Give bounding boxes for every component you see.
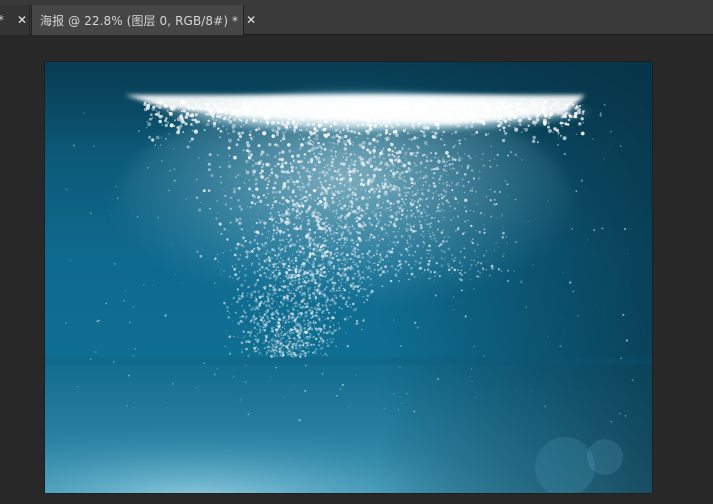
document-tab-bar: * ✕ 海报 @ 22.8% (图层 0, RGB/8#) * ✕	[0, 0, 713, 35]
tab-haibao-document[interactable]: 海报 @ 22.8% (图层 0, RGB/8#) * ✕	[31, 5, 256, 35]
photoshop-window: * ✕ 海报 @ 22.8% (图层 0, RGB/8#) * ✕	[0, 0, 713, 504]
tab-previous-document[interactable]: * ✕	[0, 5, 30, 35]
close-icon[interactable]: ✕	[246, 13, 256, 27]
canvas-workspace[interactable]	[0, 35, 713, 504]
document-canvas[interactable]	[45, 62, 652, 493]
underwater-splash-image	[45, 62, 652, 493]
tab-modified-marker: *	[0, 13, 4, 27]
tab-title: 海报 @ 22.8% (图层 0, RGB/8#) *	[40, 13, 239, 28]
close-icon[interactable]: ✕	[16, 13, 28, 27]
